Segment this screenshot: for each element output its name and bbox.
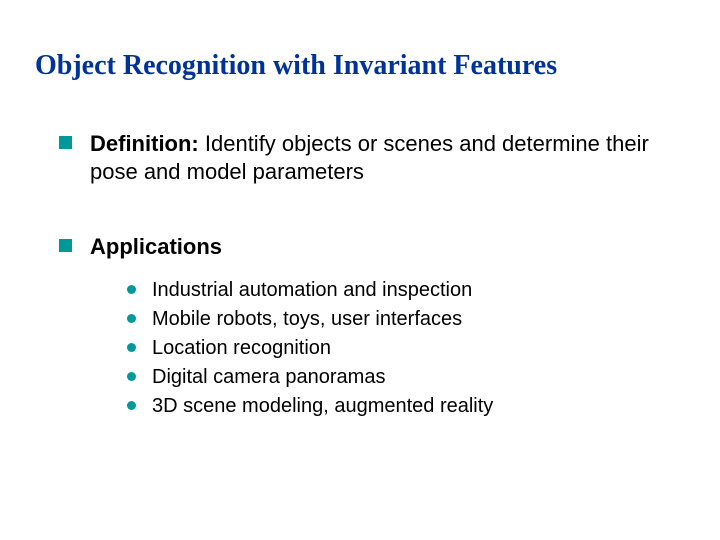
bullet-item: Applications bbox=[59, 233, 685, 261]
square-bullet-icon bbox=[59, 136, 72, 149]
sub-bullet-item: Digital camera panoramas bbox=[127, 364, 685, 390]
sub-bullet-list: Industrial automation and inspection Mob… bbox=[127, 277, 685, 419]
sub-bullet-text: 3D scene modeling, augmented reality bbox=[152, 393, 493, 419]
spacer bbox=[59, 189, 685, 233]
sub-bullet-item: Location recognition bbox=[127, 335, 685, 361]
bullet-label: Applications bbox=[90, 234, 222, 259]
bullet-text: Applications bbox=[90, 233, 685, 261]
round-bullet-icon bbox=[127, 314, 136, 323]
bullet-list: Definition: Identify objects or scenes a… bbox=[59, 130, 685, 419]
sub-bullet-text: Mobile robots, toys, user interfaces bbox=[152, 306, 462, 332]
bullet-item: Definition: Identify objects or scenes a… bbox=[59, 130, 685, 185]
sub-bullet-item: 3D scene modeling, augmented reality bbox=[127, 393, 685, 419]
round-bullet-icon bbox=[127, 285, 136, 294]
bullet-label: Definition: bbox=[90, 131, 199, 156]
slide: Object Recognition with Invariant Featur… bbox=[0, 0, 720, 452]
square-bullet-icon bbox=[59, 239, 72, 252]
round-bullet-icon bbox=[127, 372, 136, 381]
slide-title: Object Recognition with Invariant Featur… bbox=[35, 50, 685, 82]
sub-bullet-text: Digital camera panoramas bbox=[152, 364, 385, 390]
sub-bullet-text: Industrial automation and inspection bbox=[152, 277, 472, 303]
sub-bullet-text: Location recognition bbox=[152, 335, 331, 361]
sub-bullet-item: Mobile robots, toys, user interfaces bbox=[127, 306, 685, 332]
bullet-text: Definition: Identify objects or scenes a… bbox=[90, 130, 685, 185]
round-bullet-icon bbox=[127, 401, 136, 410]
sub-bullet-item: Industrial automation and inspection bbox=[127, 277, 685, 303]
round-bullet-icon bbox=[127, 343, 136, 352]
